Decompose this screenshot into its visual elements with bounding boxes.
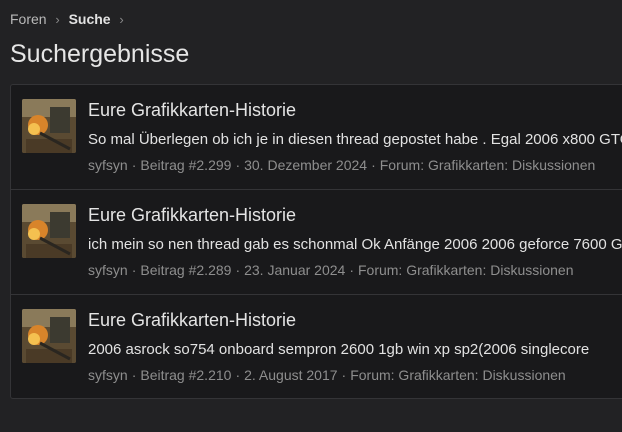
forum-link[interactable]: Forum: Grafikkarten: Diskussionen [358, 262, 574, 278]
avatar-image-icon [22, 99, 76, 153]
result-title-link[interactable]: Eure Grafikkarten-Historie [88, 100, 296, 121]
post-number-link[interactable]: Beitrag #2.299 [140, 157, 231, 173]
user-avatar[interactable] [22, 309, 76, 363]
result-title-link[interactable]: Eure Grafikkarten-Historie [88, 205, 296, 226]
post-date[interactable]: 2. August 2017 [244, 367, 337, 383]
avatar-image-icon [22, 309, 76, 363]
result-snippet: 2006 asrock so754 onboard sempron 2600 1… [88, 341, 590, 358]
search-results-list: Eure Grafikkarten-Historie So mal Überle… [10, 84, 622, 399]
post-date[interactable]: 23. Januar 2024 [244, 262, 345, 278]
chevron-right-icon: › [55, 11, 60, 27]
user-avatar[interactable] [22, 204, 76, 258]
search-result-item: Eure Grafikkarten-Historie 2006 asrock s… [11, 295, 622, 398]
author-link[interactable]: syfsyn [88, 262, 128, 278]
post-number-link[interactable]: Beitrag #2.210 [140, 367, 231, 383]
result-meta: syfsyn · Beitrag #2.289 · 23. Januar 2024 · Fo… [88, 262, 574, 278]
author-link[interactable]: syfsyn [88, 157, 128, 173]
user-avatar[interactable] [22, 99, 76, 153]
author-link[interactable]: syfsyn [88, 367, 128, 383]
result-snippet: ich mein so nen thread gab es schonmal O… [88, 236, 622, 253]
result-snippet: So mal Überlegen ob ich je in diesen thr… [88, 131, 622, 148]
breadcrumb-item-foren[interactable]: Foren [10, 11, 47, 27]
forum-link[interactable]: Forum: Grafikkarten: Diskussionen [350, 367, 566, 383]
breadcrumb-item-suche[interactable]: Suche [69, 11, 111, 27]
post-number-link[interactable]: Beitrag #2.289 [140, 262, 231, 278]
breadcrumb: Foren › Suche › [10, 11, 133, 27]
result-meta: syfsyn · Beitrag #2.299 · 30. Dezember 2024 ·… [88, 157, 596, 173]
post-date[interactable]: 30. Dezember 2024 [244, 157, 367, 173]
avatar-image-icon [22, 204, 76, 258]
forum-link[interactable]: Forum: Grafikkarten: Diskussionen [380, 157, 596, 173]
result-meta: syfsyn · Beitrag #2.210 · 2. August 2017 · For… [88, 367, 566, 383]
page: Foren › Suche › Suchergebnisse Eure Graf… [0, 0, 622, 432]
search-result-item: Eure Grafikkarten-Historie ich mein so n… [11, 190, 622, 295]
chevron-right-icon: › [119, 11, 124, 27]
result-title-link[interactable]: Eure Grafikkarten-Historie [88, 310, 296, 331]
page-title: Suchergebnisse [10, 40, 190, 68]
search-result-item: Eure Grafikkarten-Historie So mal Überle… [11, 85, 622, 190]
